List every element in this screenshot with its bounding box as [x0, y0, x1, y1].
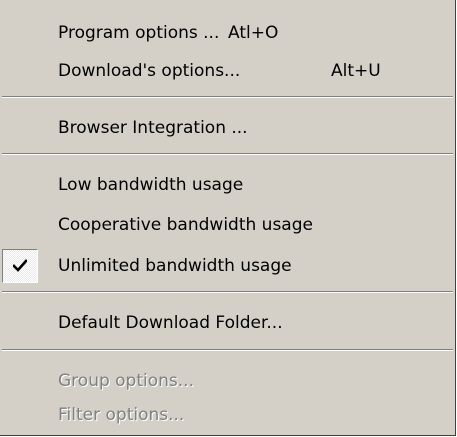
menu-item-label: Unlimited bandwidth usage [58, 256, 292, 276]
menu-item-label: Cooperative bandwidth usage [58, 215, 313, 235]
menu-item-filter-options: Filter options... [0, 396, 455, 434]
menu-item-program-options[interactable]: Program options ... Atl+O [0, 14, 455, 52]
checkmark-icon [2, 249, 38, 283]
menu-item-unlimited-bandwidth[interactable]: Unlimited bandwidth usage [0, 247, 455, 285]
menu-item-download-options[interactable]: Download's options... Alt+U [0, 52, 455, 90]
menu-item-label: Group options... [58, 371, 194, 391]
menu-item-low-bandwidth[interactable]: Low bandwidth usage [0, 166, 455, 204]
menu-separator [2, 349, 453, 351]
menu-item-default-download-folder[interactable]: Default Download Folder... [0, 304, 455, 342]
menu-item-browser-integration[interactable]: Browser Integration ... [0, 109, 455, 147]
menu-separator [2, 291, 453, 293]
menu-item-cooperative-bandwidth[interactable]: Cooperative bandwidth usage [0, 206, 455, 244]
menu-item-label: Browser Integration ... [58, 118, 248, 138]
menu-item-label: Filter options... [58, 405, 185, 425]
menu-item-label: Default Download Folder... [58, 313, 283, 333]
menu-item-label: Low bandwidth usage [58, 175, 244, 195]
menu-separator [2, 96, 453, 98]
menu-item-label: Program options ... [58, 23, 225, 43]
context-menu: Program options ... Atl+O Download's opt… [0, 0, 456, 436]
menu-item-label: Download's options... [58, 61, 241, 81]
menu-item-group-options: Group options... [0, 362, 455, 400]
menu-item-shortcut: Alt+U [331, 61, 381, 81]
menu-separator [2, 153, 453, 155]
menu-item-shortcut: Atl+O [228, 23, 279, 43]
